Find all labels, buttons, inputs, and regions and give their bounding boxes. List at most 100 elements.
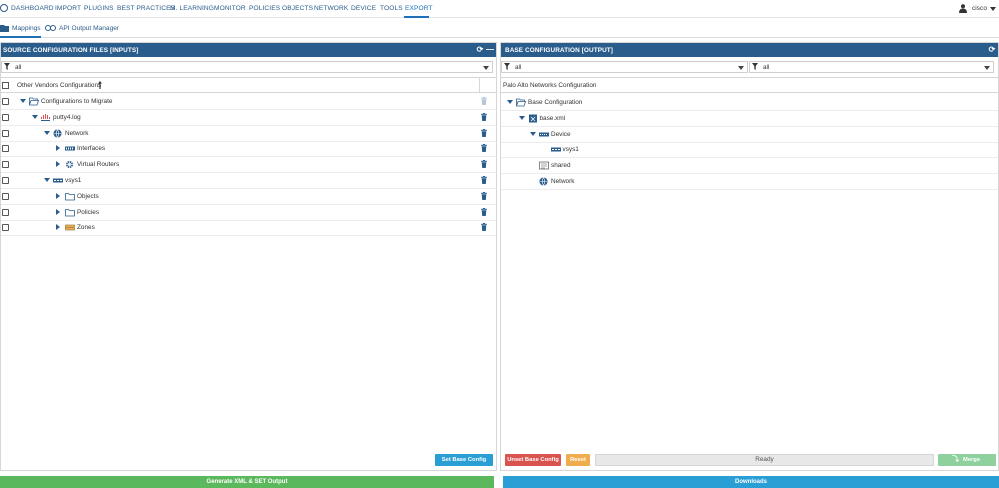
base-filter-left[interactable]: all xyxy=(501,61,748,73)
trash-icon[interactable] xyxy=(481,112,487,121)
top-navigation: DASHBOARD IMPORT PLUGINS BEST PRACTICES … xyxy=(0,0,999,18)
trash-icon[interactable] xyxy=(481,144,487,153)
collapse-icon[interactable]: — xyxy=(486,46,494,54)
row-checkbox[interactable] xyxy=(2,208,9,216)
tree-row[interactable]: vsys1 xyxy=(1,173,496,189)
tree-row[interactable]: shared xyxy=(501,158,998,175)
trash-icon[interactable] xyxy=(481,223,487,232)
row-checkbox[interactable] xyxy=(2,177,9,184)
column-divider xyxy=(479,78,480,93)
nav-device[interactable]: DEVICE xyxy=(351,5,376,12)
expand-caret-icon[interactable] xyxy=(507,100,513,104)
collapse-caret-icon[interactable] xyxy=(56,145,60,152)
trash-icon[interactable] xyxy=(481,207,487,216)
trash-icon[interactable] xyxy=(481,128,487,137)
refresh-icon[interactable]: ⟳ xyxy=(476,46,484,54)
user-name: cisco xyxy=(972,5,988,12)
vsys-icon xyxy=(550,145,561,154)
trash-icon[interactable] xyxy=(481,191,487,200)
row-checkbox[interactable] xyxy=(2,129,9,137)
user-menu[interactable]: cisco xyxy=(959,4,999,14)
expand-caret-icon[interactable] xyxy=(44,178,50,182)
generate-output-button[interactable]: Generate XML & SET Output xyxy=(0,476,494,488)
nav-network[interactable]: NETWORK xyxy=(314,5,348,12)
base-tree-header: Palo Alto Networks Configuration xyxy=(501,77,998,93)
trash-icon[interactable] xyxy=(481,160,487,169)
expand-caret-icon[interactable] xyxy=(44,130,50,135)
expand-caret-icon[interactable] xyxy=(518,115,525,120)
nav-dashboard[interactable]: DASHBOARD xyxy=(11,5,54,12)
collapse-caret-icon[interactable] xyxy=(56,161,60,168)
nav-objects[interactable]: OBJECTS xyxy=(282,5,313,12)
chevron-down-icon xyxy=(984,66,990,70)
filter-icon xyxy=(504,63,510,70)
tree-row[interactable]: Zones xyxy=(1,220,496,237)
device-icon xyxy=(539,130,549,139)
tree-node-label: Device xyxy=(551,130,571,138)
chevron-down-icon xyxy=(990,7,996,11)
trash-icon[interactable] xyxy=(481,176,487,184)
nav-policies[interactable]: POLICIES xyxy=(249,5,280,12)
tree-node-label: Objects xyxy=(77,192,99,200)
tree-node-label: Network xyxy=(551,178,575,185)
downloads-button[interactable]: Downloads xyxy=(503,476,999,488)
folder-icon xyxy=(65,208,75,217)
base-filter-right-value: all xyxy=(763,64,770,71)
tab-api-output-manager[interactable]: API Output Manager xyxy=(45,19,119,38)
tree-row[interactable]: vsys1 xyxy=(501,142,998,159)
nav-tools[interactable]: TOOLS xyxy=(380,5,403,12)
row-checkbox[interactable] xyxy=(2,161,9,169)
collapse-caret-icon[interactable] xyxy=(56,192,60,199)
base-filter-right[interactable]: all xyxy=(749,61,994,73)
tree-row[interactable]: Objects xyxy=(1,189,496,205)
nav-import[interactable]: IMPORT xyxy=(55,5,81,12)
nav-export[interactable]: EXPORT xyxy=(405,5,433,12)
tree-row[interactable]: base.xml xyxy=(501,111,998,127)
unset-base-config-button[interactable]: Unset Base Config xyxy=(505,454,561,466)
tree-row[interactable]: Base Configuration xyxy=(501,95,998,111)
source-filter[interactable]: all xyxy=(1,61,493,73)
tree-node-label: Network xyxy=(65,129,89,137)
row-checkbox[interactable] xyxy=(2,224,9,232)
refresh-icon[interactable]: ⟳ xyxy=(988,46,996,54)
tree-node-label: vsys1 xyxy=(65,177,82,184)
shared-icon xyxy=(539,161,549,170)
tree-row[interactable]: Device xyxy=(501,127,998,143)
tree-node-label: Zones xyxy=(77,224,95,232)
collapse-caret-icon[interactable] xyxy=(56,208,60,215)
reset-button[interactable]: Reset xyxy=(566,454,590,466)
nav-monitor[interactable]: MONITOR xyxy=(214,5,246,12)
api-output-icon xyxy=(45,25,56,31)
trash-icon[interactable] xyxy=(481,97,487,105)
tree-row[interactable]: Virtual Routers xyxy=(1,157,496,174)
expand-caret-icon[interactable] xyxy=(20,99,26,103)
tab-mappings[interactable]: Mappings xyxy=(0,19,41,38)
nav-active-indicator xyxy=(404,16,429,18)
vsys-icon xyxy=(53,176,63,185)
ethernet-port-icon xyxy=(65,144,75,153)
dashboard-icon[interactable] xyxy=(0,4,8,12)
base-tree-header-label: Palo Alto Networks Configuration xyxy=(503,82,597,89)
collapse-caret-icon[interactable] xyxy=(56,224,60,231)
tree-row[interactable]: putty4.log xyxy=(1,110,496,126)
expand-caret-icon[interactable] xyxy=(530,131,536,136)
tree-row[interactable]: Interfaces xyxy=(1,141,496,158)
tree-row[interactable]: Policies xyxy=(1,205,496,221)
sort-icon[interactable] xyxy=(98,81,102,89)
row-checkbox[interactable] xyxy=(2,145,9,153)
merge-button[interactable]: ⤵ Merge xyxy=(938,454,996,466)
row-checkbox[interactable] xyxy=(2,98,9,105)
select-all-checkbox[interactable] xyxy=(2,82,9,89)
tree-row[interactable]: Configurations to Migrate xyxy=(1,94,496,110)
zones-icon xyxy=(65,223,75,232)
tree-row[interactable]: Network xyxy=(501,174,998,190)
mappings-icon xyxy=(0,25,9,32)
tree-row[interactable]: Network xyxy=(1,126,496,142)
row-checkbox[interactable] xyxy=(2,192,9,200)
row-checkbox[interactable] xyxy=(2,113,9,121)
nav-plugins[interactable]: PLUGINS xyxy=(84,5,114,12)
nav-m-learning[interactable]: M. LEARNING xyxy=(170,5,214,12)
expand-caret-icon[interactable] xyxy=(32,114,38,119)
nav-best-practices[interactable]: BEST PRACTICES xyxy=(117,5,175,12)
set-base-config-button[interactable]: Set Base Config xyxy=(435,454,493,466)
